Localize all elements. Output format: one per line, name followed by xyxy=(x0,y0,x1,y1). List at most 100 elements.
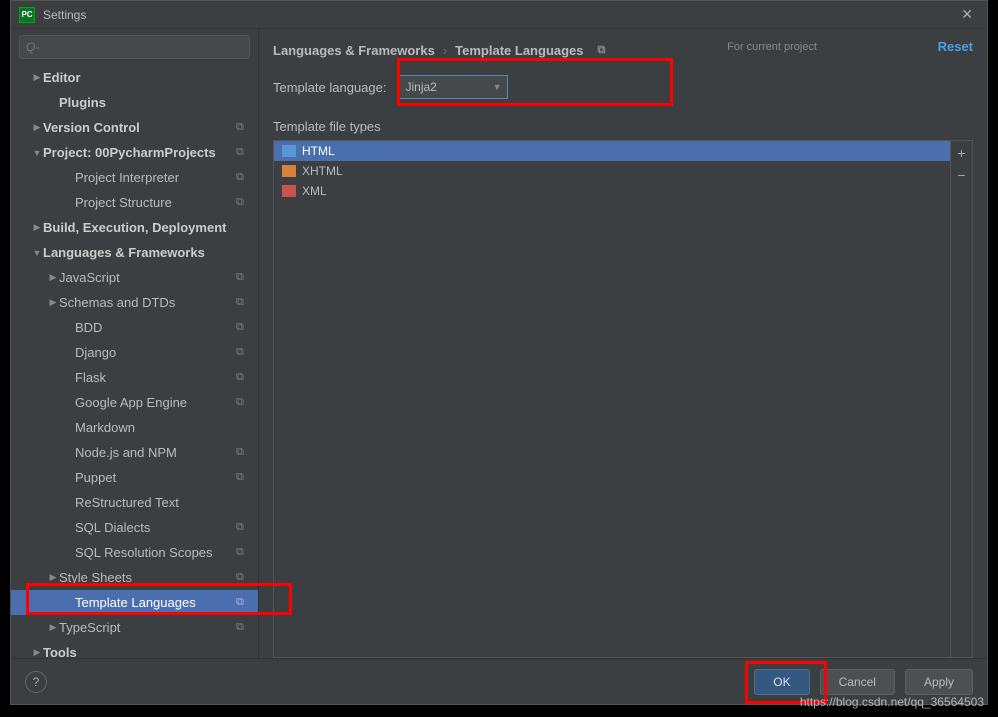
sidebar-item-build-execution-deployment[interactable]: ▶Build, Execution, Deployment xyxy=(11,215,258,240)
sidebar-item-schemas-and-dtds[interactable]: ▶Schemas and DTDs⧉ xyxy=(11,290,258,315)
project-scope-icon: ⧉ xyxy=(236,296,250,310)
sidebar-item-label: Template Languages xyxy=(75,595,236,610)
sidebar-item-editor[interactable]: ▶Editor xyxy=(11,65,258,90)
project-scope-icon: ⧉ xyxy=(236,371,250,385)
tree-arrow-icon: ▶ xyxy=(47,572,59,583)
project-scope-icon: ⧉ xyxy=(236,621,250,635)
sidebar-item-template-languages[interactable]: Template Languages⧉ xyxy=(11,590,258,615)
sidebar-item-style-sheets[interactable]: ▶Style Sheets⧉ xyxy=(11,565,258,590)
add-file-type-button[interactable]: + xyxy=(957,145,965,161)
close-icon[interactable]: ✕ xyxy=(955,4,979,25)
project-scope-icon: ⧉ xyxy=(236,571,250,585)
sidebar-item-label: Plugins xyxy=(59,95,250,110)
sidebar-item-flask[interactable]: Flask⧉ xyxy=(11,365,258,390)
project-scope-icon: ⧉ xyxy=(236,196,250,210)
project-scope-icon: ⧉ xyxy=(236,596,250,610)
sidebar-item-label: Markdown xyxy=(75,420,250,435)
sidebar-item-node-js-and-npm[interactable]: Node.js and NPM⧉ xyxy=(11,440,258,465)
sidebar-item-sql-dialects[interactable]: SQL Dialects⧉ xyxy=(11,515,258,540)
sidebar-item-label: Puppet xyxy=(75,470,236,485)
tree-arrow-icon: ▶ xyxy=(47,622,59,633)
sidebar-item-label: Languages & Frameworks xyxy=(43,245,250,260)
tree-arrow-icon: ▶ xyxy=(31,122,43,133)
file-type-label: XHTML xyxy=(302,164,343,178)
tree-arrow-icon: ▶ xyxy=(47,297,59,308)
settings-tree[interactable]: ▶Editor Plugins ▶Version Control⧉▼Project:… xyxy=(11,65,258,658)
search-input[interactable]: Q- xyxy=(19,35,250,59)
project-scope-icon: ⧉ xyxy=(236,546,250,560)
project-scope-icon: ⧉ xyxy=(236,521,250,535)
file-types-label: Template file types xyxy=(273,119,973,134)
pycharm-icon: PC xyxy=(19,7,35,23)
html-file-icon xyxy=(282,145,296,157)
sidebar-item-project-structure[interactable]: Project Structure⧉ xyxy=(11,190,258,215)
tree-arrow-icon: ▼ xyxy=(31,248,43,258)
combo-value: Jinja2 xyxy=(405,80,436,94)
ok-button[interactable]: OK xyxy=(754,669,809,695)
sidebar-item-label: Node.js and NPM xyxy=(75,445,236,460)
project-scope-icon: ⧉ xyxy=(236,146,250,160)
sidebar-item-label: Django xyxy=(75,345,236,360)
template-language-combo[interactable]: Jinja2 ▼ xyxy=(398,75,508,99)
xhtml-file-icon xyxy=(282,165,296,177)
sidebar-item-puppet[interactable]: Puppet⧉ xyxy=(11,465,258,490)
project-scope-icon: ⧉ xyxy=(236,446,250,460)
help-button[interactable]: ? xyxy=(25,671,47,693)
breadcrumb-current: Template Languages xyxy=(455,43,583,58)
sidebar-item-project-interpreter[interactable]: Project Interpreter⧉ xyxy=(11,165,258,190)
sidebar-item-sql-resolution-scopes[interactable]: SQL Resolution Scopes⧉ xyxy=(11,540,258,565)
sidebar-item-label: Project Interpreter xyxy=(75,170,236,185)
sidebar-item-label: Google App Engine xyxy=(75,395,236,410)
project-scope-icon: ⧉ xyxy=(236,471,250,485)
tree-arrow-icon: ▶ xyxy=(47,272,59,283)
project-scope-icon: ⧉ xyxy=(236,271,250,285)
sidebar-item-label: Schemas and DTDs xyxy=(59,295,236,310)
file-type-label: XML xyxy=(302,184,327,198)
file-types-inner[interactable]: HTML XHTML XML xyxy=(274,141,950,657)
window-title: Settings xyxy=(43,8,86,22)
file-type-row-xml[interactable]: XML xyxy=(274,181,950,201)
sidebar-item-label: Style Sheets xyxy=(59,570,236,585)
tree-arrow-icon: ▶ xyxy=(31,647,43,658)
project-scope-icon: ⧉ xyxy=(236,346,250,360)
sidebar-item-markdown[interactable]: Markdown xyxy=(11,415,258,440)
sidebar-item-plugins[interactable]: Plugins xyxy=(11,90,258,115)
tree-arrow-icon: ▶ xyxy=(31,72,43,83)
sidebar-item-typescript[interactable]: ▶TypeScript⧉ xyxy=(11,615,258,640)
sidebar-item-restructured-text[interactable]: ReStructured Text xyxy=(11,490,258,515)
xml-file-icon xyxy=(282,185,296,197)
apply-button[interactable]: Apply xyxy=(905,669,973,695)
sidebar-item-version-control[interactable]: ▶Version Control⧉ xyxy=(11,115,258,140)
sidebar-item-label: Tools xyxy=(43,645,250,658)
titlebar: PC Settings ✕ xyxy=(11,1,987,29)
project-scope-icon: ⧉ xyxy=(598,44,606,57)
sidebar-item-languages-frameworks[interactable]: ▼Languages & Frameworks xyxy=(11,240,258,265)
project-scope-icon: ⧉ xyxy=(236,171,250,185)
sidebar-item-label: Build, Execution, Deployment xyxy=(43,220,250,235)
search-placeholder: Q- xyxy=(26,40,39,54)
reset-link[interactable]: Reset xyxy=(938,39,973,54)
sidebar-item-label: JavaScript xyxy=(59,270,236,285)
sidebar-item-django[interactable]: Django⧉ xyxy=(11,340,258,365)
sidebar-item-label: SQL Dialects xyxy=(75,520,236,535)
tree-arrow-icon: ▼ xyxy=(31,148,43,158)
cancel-button[interactable]: Cancel xyxy=(820,669,895,695)
remove-file-type-button[interactable]: − xyxy=(957,167,965,183)
sidebar-item-project-00pycharmprojects[interactable]: ▼Project: 00PycharmProjects⧉ xyxy=(11,140,258,165)
sidebar-item-label: SQL Resolution Scopes xyxy=(75,545,236,560)
sidebar-item-tools[interactable]: ▶Tools xyxy=(11,640,258,658)
watermark: https://blog.csdn.net/qq_36564503 xyxy=(800,695,984,709)
sidebar-item-javascript[interactable]: ▶JavaScript⧉ xyxy=(11,265,258,290)
sidebar-item-google-app-engine[interactable]: Google App Engine⧉ xyxy=(11,390,258,415)
sidebar-item-label: TypeScript xyxy=(59,620,236,635)
template-language-label: Template language: xyxy=(273,80,386,95)
sidebar-item-label: BDD xyxy=(75,320,236,335)
project-scope-icon: ⧉ xyxy=(236,396,250,410)
sidebar: Q- ▶EditorPlugins▶Version Control⧉▼Proje… xyxy=(11,29,259,658)
file-type-row-html[interactable]: HTML xyxy=(274,141,950,161)
breadcrumb-sep: › xyxy=(443,43,447,58)
file-type-row-xhtml[interactable]: XHTML xyxy=(274,161,950,181)
breadcrumb-parent: Languages & Frameworks xyxy=(273,43,435,58)
breadcrumb: Languages & Frameworks › Template Langua… xyxy=(273,39,973,61)
sidebar-item-bdd[interactable]: BDD⧉ xyxy=(11,315,258,340)
